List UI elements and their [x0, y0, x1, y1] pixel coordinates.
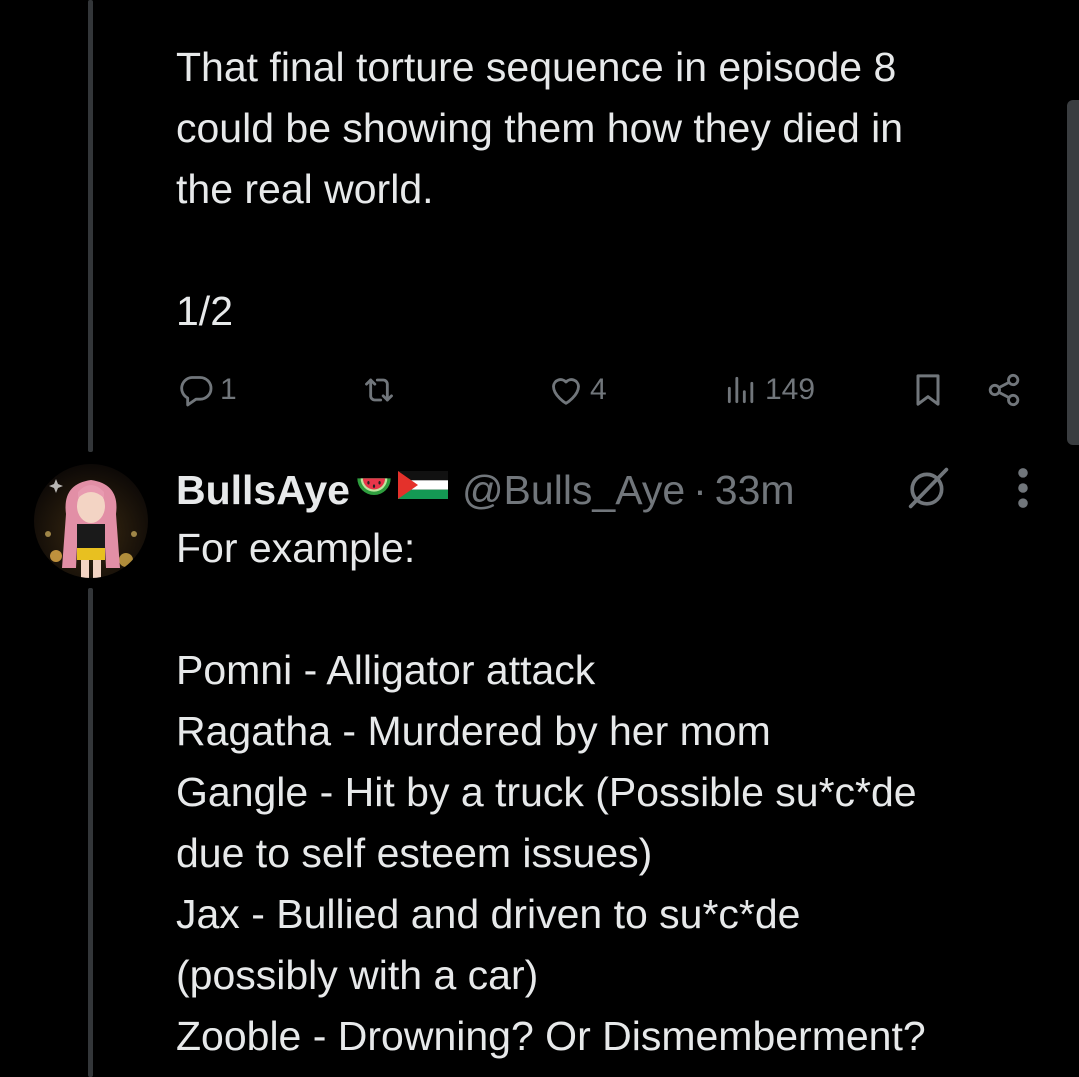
like-button[interactable]: 4: [546, 360, 607, 420]
more-button[interactable]: [1008, 462, 1038, 518]
palestine-flag-emoji: [397, 465, 448, 515]
retweet-icon: [358, 370, 400, 410]
separator-dot: ·: [693, 466, 707, 513]
bookmark-icon: [908, 370, 948, 410]
like-icon: [546, 370, 586, 410]
thread-line-bottom: [88, 588, 93, 1077]
thread-line-top: [88, 0, 93, 452]
reply-button[interactable]: 1: [176, 360, 237, 420]
avatar[interactable]: [34, 464, 148, 578]
scrollbar[interactable]: [1067, 100, 1079, 445]
share-icon: [984, 370, 1024, 410]
like-count: 4: [590, 373, 607, 406]
grok-button[interactable]: [902, 462, 954, 518]
views-icon: [721, 370, 761, 410]
views-count: 149: [765, 373, 816, 406]
tweet-2-text: For example: Pomni - Alligator attack Ra…: [176, 525, 926, 1059]
tweet-2-header: BullsAye @Bulls_Aye · 33m: [176, 462, 795, 518]
display-name[interactable]: BullsAye: [176, 467, 350, 514]
tweet-1-actions: 1 4 149: [176, 360, 1036, 420]
share-button[interactable]: [984, 360, 1024, 420]
bookmark-button[interactable]: [908, 360, 948, 420]
more-icon: [1008, 462, 1038, 519]
views-button[interactable]: 149: [721, 360, 815, 420]
retweet-button[interactable]: [358, 360, 404, 420]
handle[interactable]: @Bulls_Aye: [462, 467, 685, 514]
watermelon-emoji: [354, 465, 394, 515]
timestamp[interactable]: 33m: [715, 467, 795, 514]
tweet-1-text: That final torture sequence in episode 8…: [176, 44, 904, 334]
grok-icon: [902, 462, 954, 519]
reply-icon: [176, 370, 216, 410]
reply-count: 1: [220, 373, 237, 406]
